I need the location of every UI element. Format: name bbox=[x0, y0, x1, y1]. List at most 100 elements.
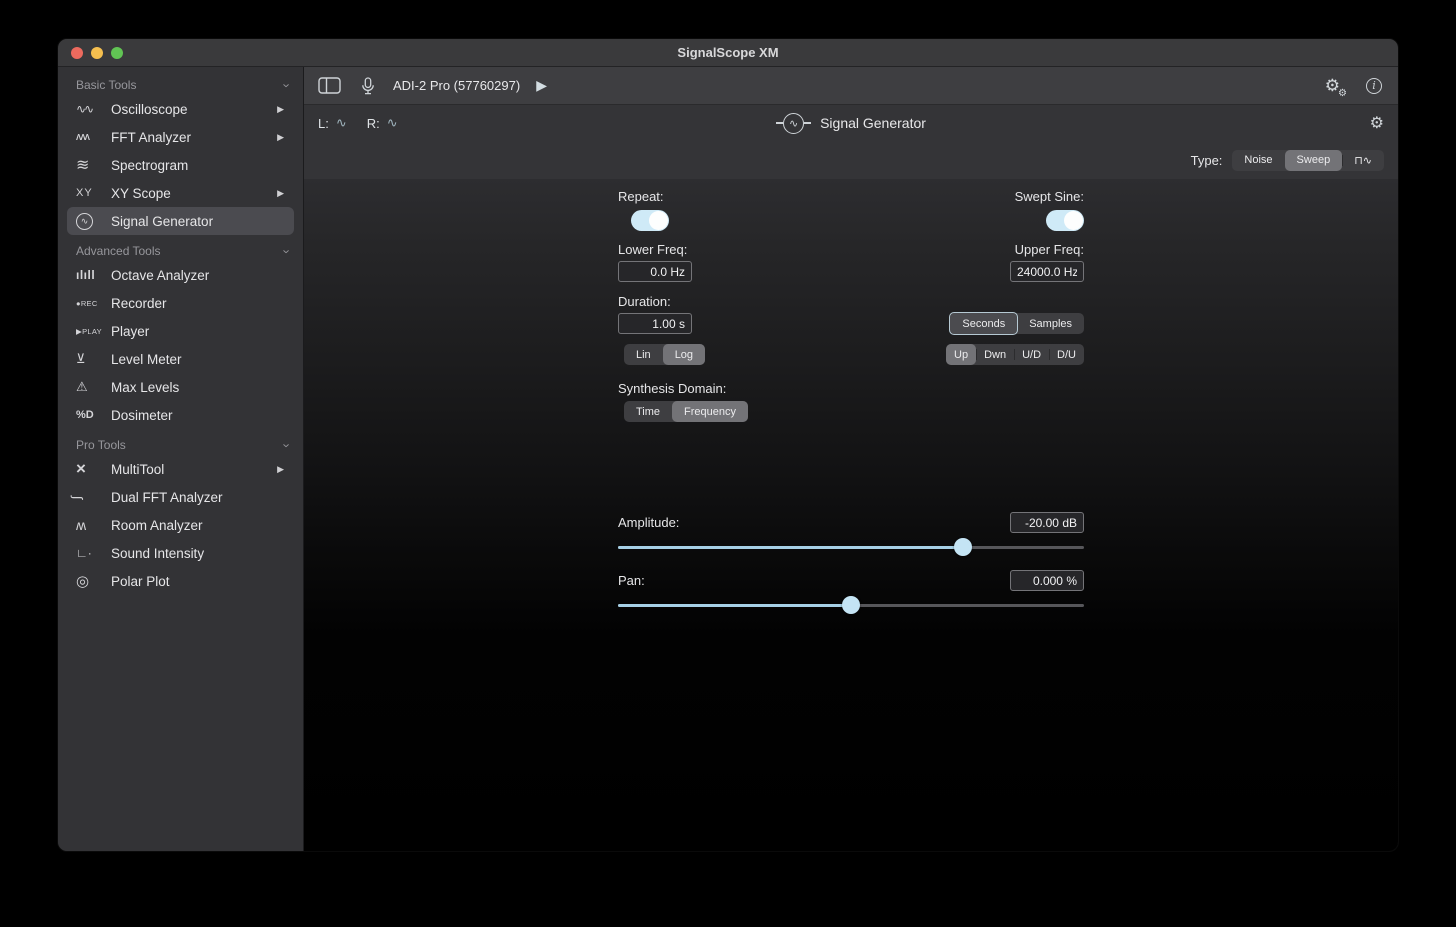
type-option-waveform[interactable]: ⊓∿ bbox=[1342, 150, 1384, 171]
sidebar-item-fft-analyzer[interactable]: ΛΛΛ FFT Analyzer ▶ bbox=[67, 123, 294, 151]
tool-settings-gear-icon[interactable]: ⚙ bbox=[1370, 113, 1384, 133]
sidebar-item-level-meter[interactable]: ⊻ Level Meter bbox=[67, 345, 294, 373]
device-selector[interactable]: ADI-2 Pro (57760297) bbox=[393, 78, 520, 93]
chevron-down-icon[interactable]: › bbox=[279, 83, 294, 87]
sidebar-item-label: Max Levels bbox=[111, 380, 179, 395]
direction-option-du[interactable]: D/U bbox=[1049, 344, 1084, 365]
sidebar: Basic Tools › ∿∿ Oscilloscope ▶ ΛΛΛ FFT … bbox=[58, 67, 304, 851]
lower-freq-input[interactable] bbox=[618, 261, 692, 282]
amplitude-input[interactable] bbox=[1010, 512, 1084, 533]
recorder-icon: ●REC bbox=[76, 299, 111, 308]
pan-slider-thumb[interactable] bbox=[842, 596, 860, 614]
sidebar-item-signal-generator[interactable]: ∿ Signal Generator bbox=[67, 207, 294, 235]
synthesis-option-frequency[interactable]: Frequency bbox=[672, 401, 748, 422]
multitool-icon: × bbox=[76, 459, 111, 479]
sidebar-item-dosimeter[interactable]: %D Dosimeter bbox=[67, 401, 294, 429]
dosimeter-icon: %D bbox=[76, 409, 111, 421]
level-meter-icon: ⊻ bbox=[76, 351, 111, 367]
signal-generator-icon: ∿ bbox=[76, 213, 111, 230]
scale-option-log[interactable]: Log bbox=[663, 344, 705, 365]
amplitude-slider[interactable] bbox=[618, 538, 1084, 556]
sidebar-item-label: Spectrogram bbox=[111, 158, 188, 173]
sidebar-item-polar-plot[interactable]: ◎ Polar Plot bbox=[67, 567, 294, 595]
toggle-sidebar-icon[interactable] bbox=[318, 77, 341, 94]
swept-sine-toggle[interactable] bbox=[1046, 210, 1084, 231]
direction-option-dwn[interactable]: Dwn bbox=[976, 344, 1014, 365]
amplitude-slider-thumb[interactable] bbox=[954, 538, 972, 556]
sidebar-item-label: Octave Analyzer bbox=[111, 268, 209, 283]
scale-segmented-control: Lin Log bbox=[624, 344, 705, 365]
duration-unit-segmented-control: Seconds Samples bbox=[950, 313, 1084, 334]
right-channel-label: R: bbox=[367, 116, 380, 131]
sidebar-item-player[interactable]: ▶PLAY Player bbox=[67, 317, 294, 345]
sound-intensity-icon: ∟· bbox=[76, 546, 111, 560]
type-option-noise[interactable]: Noise bbox=[1232, 150, 1284, 171]
submenu-arrow-icon[interactable]: ▶ bbox=[277, 188, 284, 199]
polar-plot-icon: ◎ bbox=[76, 572, 111, 590]
scale-option-lin[interactable]: Lin bbox=[624, 344, 663, 365]
chevron-down-icon[interactable]: › bbox=[279, 443, 294, 447]
sidebar-section-advanced-tools[interactable]: Advanced Tools › bbox=[58, 235, 303, 261]
pan-input[interactable] bbox=[1010, 570, 1084, 591]
amplitude-label: Amplitude: bbox=[618, 515, 679, 530]
sidebar-item-sound-intensity[interactable]: ∟· Sound Intensity bbox=[67, 539, 294, 567]
duration-unit-seconds[interactable]: Seconds bbox=[949, 312, 1018, 335]
sidebar-item-label: XY Scope bbox=[111, 186, 171, 201]
sidebar-item-label: Polar Plot bbox=[111, 574, 170, 589]
sidebar-item-label: Dosimeter bbox=[111, 408, 173, 423]
type-option-sweep[interactable]: Sweep bbox=[1285, 150, 1343, 171]
repeat-toggle[interactable] bbox=[631, 210, 669, 231]
info-icon[interactable]: i bbox=[1366, 78, 1382, 94]
tool-content: Repeat: Swept Sine: Lower Freq: Upper Fr… bbox=[304, 179, 1398, 851]
sidebar-item-multitool[interactable]: × MultiTool ▶ bbox=[67, 455, 294, 483]
direction-option-ud[interactable]: U/D bbox=[1014, 344, 1049, 365]
title-bar: SignalScope XM bbox=[58, 39, 1398, 67]
left-channel-wave-icon[interactable]: ∿ bbox=[336, 115, 347, 131]
sidebar-section-basic-tools[interactable]: Basic Tools › bbox=[58, 69, 303, 95]
submenu-arrow-icon[interactable]: ▶ bbox=[277, 104, 284, 115]
sidebar-item-max-levels[interactable]: ⚠ Max Levels bbox=[67, 373, 294, 401]
submenu-arrow-icon[interactable]: ▶ bbox=[277, 464, 284, 475]
sidebar-item-spectrogram[interactable]: ≋ Spectrogram bbox=[67, 151, 294, 179]
signal-generator-header-icon: ∿ bbox=[776, 113, 811, 134]
duration-unit-samples[interactable]: Samples bbox=[1017, 313, 1084, 334]
lower-freq-label: Lower Freq: bbox=[618, 242, 687, 257]
upper-freq-input[interactable] bbox=[1010, 261, 1084, 282]
sweep-direction-segmented-control: Up Dwn U/D D/U bbox=[946, 344, 1084, 365]
sidebar-item-label: Sound Intensity bbox=[111, 546, 204, 561]
sidebar-item-room-analyzer[interactable]: ʍ Room Analyzer bbox=[67, 511, 294, 539]
submenu-arrow-icon[interactable]: ▶ bbox=[277, 132, 284, 143]
sidebar-item-xy-scope[interactable]: XY XY Scope ▶ bbox=[67, 179, 294, 207]
sidebar-item-recorder[interactable]: ●REC Recorder bbox=[67, 289, 294, 317]
sidebar-section-pro-tools[interactable]: Pro Tools › bbox=[58, 429, 303, 455]
microphone-icon[interactable] bbox=[361, 77, 375, 95]
sidebar-item-octave-analyzer[interactable]: ılıll Octave Analyzer bbox=[67, 261, 294, 289]
sidebar-item-dual-fft-analyzer[interactable]: ∫ Dual FFT Analyzer bbox=[67, 483, 294, 511]
spectrogram-icon: ≋ bbox=[76, 155, 111, 175]
sidebar-item-oscilloscope[interactable]: ∿∿ Oscilloscope ▶ bbox=[67, 95, 294, 123]
direction-option-up[interactable]: Up bbox=[946, 344, 976, 365]
duration-input[interactable] bbox=[618, 313, 692, 334]
pan-slider[interactable] bbox=[618, 596, 1084, 614]
synthesis-option-time[interactable]: Time bbox=[624, 401, 672, 422]
sidebar-item-label: Recorder bbox=[111, 296, 167, 311]
play-button[interactable]: ▶ bbox=[536, 77, 547, 94]
left-channel-label: L: bbox=[318, 116, 329, 131]
synthesis-domain-label: Synthesis Domain: bbox=[618, 381, 726, 396]
section-label: Pro Tools bbox=[76, 438, 126, 452]
type-segmented-control: Noise Sweep ⊓∿ bbox=[1232, 150, 1384, 171]
channel-indicators: L: ∿ R: ∿ bbox=[318, 115, 398, 131]
app-window: SignalScope XM Basic Tools › ∿∿ Oscillos… bbox=[57, 38, 1399, 852]
tool-header: L: ∿ R: ∿ ∿ Signal Generator bbox=[304, 105, 1398, 179]
main-toolbar: ADI-2 Pro (57760297) ▶ ⚙ ⚙ i bbox=[304, 67, 1398, 105]
settings-gears-icon[interactable]: ⚙ ⚙ bbox=[1325, 76, 1340, 96]
window-title: SignalScope XM bbox=[58, 39, 1398, 67]
sidebar-item-label: Oscilloscope bbox=[111, 102, 188, 117]
chevron-down-icon[interactable]: › bbox=[279, 249, 294, 253]
right-channel-wave-icon[interactable]: ∿ bbox=[387, 115, 398, 131]
oscilloscope-icon: ∿∿ bbox=[76, 102, 111, 116]
sidebar-item-label: Dual FFT Analyzer bbox=[111, 490, 223, 505]
repeat-label: Repeat: bbox=[618, 189, 664, 204]
swept-sine-label: Swept Sine: bbox=[1015, 189, 1084, 204]
section-label: Advanced Tools bbox=[76, 244, 161, 258]
